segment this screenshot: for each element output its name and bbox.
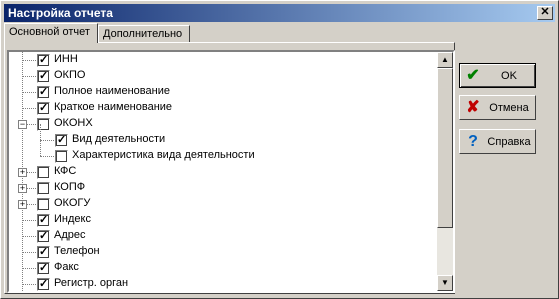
cross-icon: ✘ [466,99,480,116]
tree-item[interactable]: Характеристика вида деятельности [9,140,437,164]
fields-tree[interactable]: ✓ ИНН ✓ ОКПО ✓ Полное наименование ✓ Краткое на… [7,50,455,293]
tree-item-checkbox[interactable]: ✓ [55,134,68,147]
cancel-label: Отмена [489,102,529,114]
scroll-up-button[interactable]: ▲ [437,52,453,68]
tree-item-label: Полное наименование [54,85,170,97]
tree-connector-line [22,236,36,238]
tree-connector-line [22,220,36,222]
help-label: Справка [487,136,531,148]
tree-item-checkbox[interactable]: ✓ [37,278,50,291]
scroll-down-icon: ▼ [441,278,449,287]
ok-label: OK [501,70,517,82]
tree-connector-line [22,268,36,270]
collapse-minus-icon[interactable]: − [18,120,27,129]
tree-item[interactable]: ✓ Вид деятельности [9,124,437,148]
tree-item[interactable]: − ОКОНХ [9,116,437,132]
tree-item-checkbox[interactable]: ✓ [37,86,50,99]
tree-item-checkbox[interactable]: ✓ [37,214,50,227]
tree-item-checkbox[interactable]: ✓ [37,262,50,275]
scroll-thumb[interactable] [437,68,453,228]
close-button[interactable]: ✕ [537,6,553,20]
scroll-up-icon: ▲ [441,55,449,64]
tree-item-checkbox[interactable]: ✓ [37,54,50,67]
tree-item-label: Вид деятельности [72,133,166,145]
vertical-scrollbar[interactable]: ▲ ▼ [437,52,453,291]
question-icon: ? [468,133,478,150]
tab-label: Основной отчет [9,26,90,38]
tree-connector-line [22,284,36,286]
tree-item-label: ОКОГУ [54,197,91,209]
tree-connector-line [40,156,54,158]
tree-item-checkbox[interactable]: ✓ [37,246,50,259]
tree-item-checkbox[interactable]: ✓ [37,102,50,115]
tree-item[interactable]: ✓ ИНН [9,52,437,68]
tab-additional[interactable]: Дополнительно [98,25,190,42]
cancel-button[interactable]: ✘ Отмена [459,95,536,120]
scroll-down-button[interactable]: ▼ [437,275,453,291]
tree-connector-line [22,60,36,62]
tree-branch-line [40,124,42,140]
tree-connector-line [22,108,36,110]
tree-item[interactable]: + ОКОГУ [9,196,437,212]
tree-item-label: Регистр. орган [54,277,129,289]
title-bar[interactable]: Настройка отчета ✕ [4,4,555,22]
tree-connector-line [22,92,36,94]
tree-item-label: Телефон [54,245,100,257]
tree-item-label: Индекс [54,213,91,225]
tree-item-checkbox[interactable]: ✓ [37,70,50,83]
tree-item-label: КФС [54,165,77,177]
checkmark-icon: ✔ [466,67,480,84]
tree-item-label: ИНН [54,53,78,65]
help-button[interactable]: ? Справка [459,129,536,154]
tree-branch-line [40,140,42,156]
window-title: Настройка отчета [8,6,113,20]
tree-item-checkbox[interactable] [37,166,50,179]
tree-item[interactable]: + КФС [9,164,437,180]
tree-item-checkbox[interactable]: ✓ [37,230,50,243]
tree-item-label: Факс [54,261,79,273]
tree-item[interactable]: + КОПФ [9,180,437,196]
tree-item-label: ОКОНХ [54,117,93,129]
expand-plus-icon[interactable]: + [18,200,27,209]
expand-plus-icon[interactable]: + [18,168,27,177]
tree-connector-line [40,140,54,142]
tree-item[interactable]: ✓ Телефон [9,244,437,260]
tab-label: Дополнительно [103,28,183,40]
tree-item[interactable]: ✓ Регистр. орган [9,276,437,291]
ok-button[interactable]: ✔ OK [459,63,536,88]
tree-item[interactable]: ✓ ОКПО [9,68,437,84]
tree-content: ✓ ИНН ✓ ОКПО ✓ Полное наименование ✓ Краткое на… [9,52,437,291]
tree-item-label: Адрес [54,229,86,241]
tree-item[interactable]: ✓ Краткое наименование [9,100,437,116]
tree-connector-line [22,76,36,78]
tree-item[interactable]: ✓ Индекс [9,212,437,228]
tree-item-label: КОПФ [54,181,86,193]
tree-connector-line [22,252,36,254]
tree-item-checkbox[interactable] [37,118,50,131]
tree-item-checkbox[interactable] [37,182,50,195]
tree-item[interactable]: ✓ Адрес [9,228,437,244]
close-icon: ✕ [540,6,550,18]
tree-item-label: ОКПО [54,69,86,81]
expand-plus-icon[interactable]: + [18,184,27,193]
tree-item-checkbox[interactable] [37,198,50,211]
tree-item[interactable]: ✓ Факс [9,260,437,276]
tab-main-report[interactable]: Основной отчет [4,23,98,43]
tree-item-label: Характеристика вида деятельности [72,149,255,161]
tree-item-checkbox[interactable] [55,150,68,163]
tree-item[interactable]: ✓ Полное наименование [9,84,437,100]
tree-item-label: Краткое наименование [54,101,173,113]
